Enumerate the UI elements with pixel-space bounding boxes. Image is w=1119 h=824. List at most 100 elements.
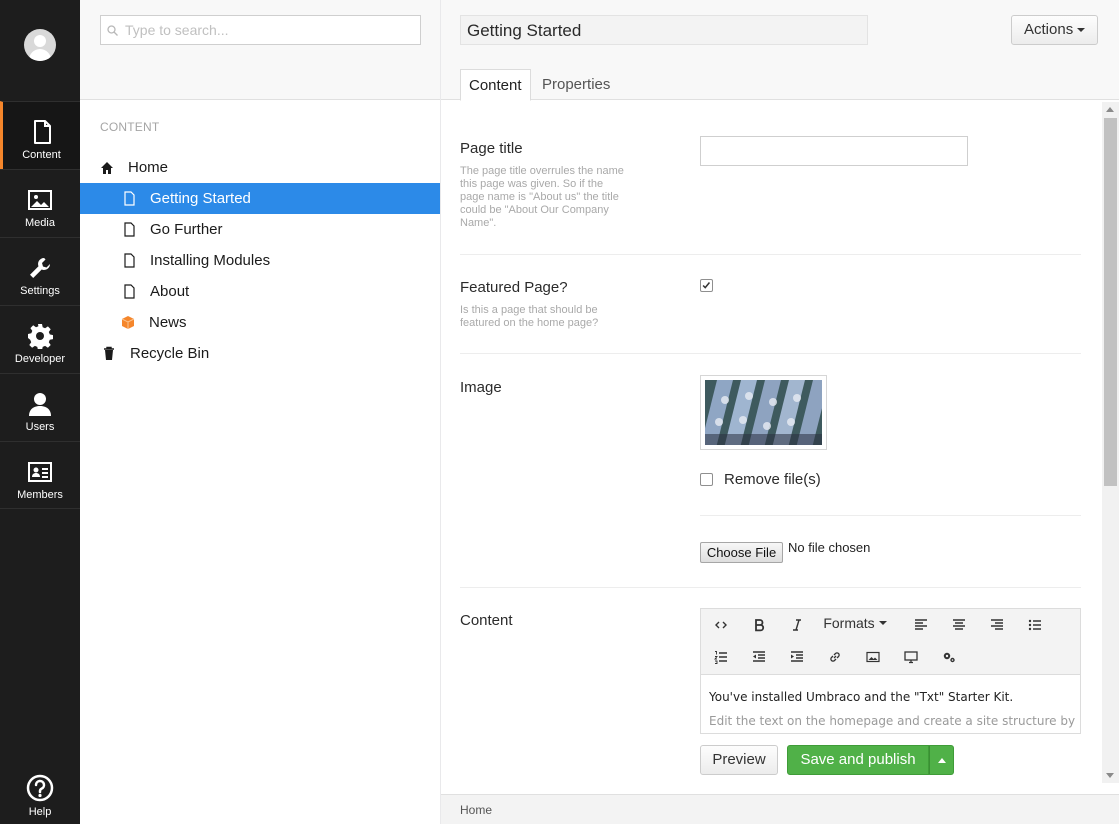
tree-node-label: About [150, 283, 190, 300]
document-icon [124, 191, 135, 206]
caret-down-icon [878, 621, 887, 625]
rte-paragraph: Edit the text on the homepage and create… [709, 714, 1076, 728]
help-button[interactable]: Help [0, 770, 80, 818]
home-icon [101, 162, 113, 174]
save-and-publish-button[interactable]: Save and publish [787, 745, 929, 775]
avatar[interactable] [24, 29, 56, 61]
insert-image-button[interactable] [858, 643, 888, 671]
indent-button[interactable] [782, 643, 812, 671]
page-title-description: The page title overrules the name this p… [460, 165, 624, 229]
publish-options-button[interactable] [929, 745, 954, 775]
align-left-button[interactable] [906, 611, 936, 639]
align-center-icon [953, 619, 965, 630]
remove-file-checkbox[interactable] [700, 473, 713, 486]
help-label: Help [28, 806, 52, 818]
tree-node-news[interactable]: News [80, 307, 440, 338]
italic-button[interactable] [782, 611, 812, 639]
italic-icon [793, 619, 801, 631]
property-divider [460, 254, 1081, 255]
featured-label: Featured Page? [460, 279, 568, 296]
section-settings[interactable]: Settings [0, 237, 80, 305]
node-name-input[interactable]: Getting Started [460, 15, 868, 45]
section-members[interactable]: Members [0, 441, 80, 509]
macro-button[interactable] [934, 643, 964, 671]
scroll-down-arrow[interactable] [1106, 773, 1114, 778]
search-input[interactable] [125, 21, 415, 39]
tree-node-label: Recycle Bin [130, 345, 210, 362]
image-thumbnail[interactable] [700, 375, 827, 450]
caret-up-icon [938, 758, 946, 763]
embed-media-button[interactable] [896, 643, 926, 671]
numbered-list-icon [714, 651, 727, 664]
section-media[interactable]: Media [0, 169, 80, 237]
editor-footer: Preview Save and publish [441, 734, 1102, 794]
tree-node-about[interactable]: About [80, 276, 440, 307]
actions-label: Actions [1024, 21, 1074, 38]
tree-node-getting-started[interactable]: Getting Started [80, 183, 440, 214]
outdent-icon [753, 651, 765, 662]
rte-content[interactable]: You've installed Umbraco and the "Txt" S… [709, 685, 1076, 733]
source-code-button[interactable] [706, 611, 736, 639]
actions-button[interactable]: Actions [1011, 15, 1098, 45]
gears-icon [943, 652, 955, 663]
property-divider [700, 515, 1081, 516]
trash-icon [104, 346, 114, 360]
search-box[interactable] [100, 15, 421, 45]
user-icon [29, 393, 51, 416]
breadcrumb-bar: Home [441, 794, 1119, 824]
scroll-up-arrow[interactable] [1106, 107, 1114, 112]
editor-scrollbar[interactable] [1102, 102, 1119, 783]
tree-node-recycle-bin[interactable]: Recycle Bin [80, 338, 440, 369]
bold-button[interactable] [744, 611, 774, 639]
tree-node-go-further[interactable]: Go Further [80, 214, 440, 245]
property-divider [460, 587, 1081, 588]
tab-content[interactable]: Content [460, 69, 531, 101]
editor-header: Getting Started Actions Content Properti… [441, 0, 1119, 101]
tree-node-label: Go Further [150, 221, 223, 238]
caret-down-icon [1077, 28, 1086, 33]
tree-node-home[interactable]: Home [80, 152, 440, 183]
property-divider [460, 353, 1081, 354]
section-label: Developer [14, 353, 66, 365]
rich-text-editor: Formats You've installed Umbraco and the… [700, 608, 1081, 734]
preview-button[interactable]: Preview [700, 745, 778, 775]
scrollbar-thumb[interactable] [1104, 118, 1117, 486]
content-tree-panel: CONTENT Home Getting Started Go Further … [80, 0, 441, 824]
page-title-label: Page title [460, 140, 523, 157]
tree-node-installing-modules[interactable]: Installing Modules [80, 245, 440, 276]
document-icon [124, 222, 135, 237]
tree-node-label: Getting Started [150, 190, 251, 207]
remove-file-label: Remove file(s) [724, 471, 821, 488]
align-center-button[interactable] [944, 611, 974, 639]
link-button[interactable] [820, 643, 850, 671]
formats-dropdown[interactable]: Formats [820, 609, 890, 637]
featured-checkbox[interactable] [700, 279, 713, 292]
checkmark-icon [702, 282, 711, 289]
numbered-list-button[interactable] [706, 643, 736, 671]
section-users[interactable]: Users [0, 373, 80, 441]
image-icon [866, 651, 880, 663]
monitor-icon [904, 651, 918, 664]
tree-node-label: Home [128, 159, 169, 176]
section-content[interactable]: Content [0, 101, 80, 169]
tab-properties[interactable]: Properties [534, 69, 618, 101]
image-label: Image [460, 379, 502, 396]
id-card-icon [28, 462, 52, 482]
section-nav: Content Media Settings Developer Users M… [0, 0, 80, 824]
indent-icon [791, 651, 803, 662]
breadcrumb-item[interactable]: Home [460, 803, 492, 817]
help-icon [26, 774, 54, 802]
search-icon [107, 25, 118, 36]
outdent-button[interactable] [744, 643, 774, 671]
link-icon [830, 652, 840, 662]
page-title-input[interactable] [700, 136, 968, 166]
wrench-icon [30, 258, 50, 278]
align-right-button[interactable] [982, 611, 1012, 639]
bullet-list-icon [1028, 619, 1041, 631]
box-icon [121, 316, 135, 329]
formats-label: Formats [823, 615, 875, 631]
section-label: Settings [20, 285, 60, 297]
choose-file-button[interactable]: Choose File [700, 542, 783, 563]
section-developer[interactable]: Developer [0, 305, 80, 373]
bullet-list-button[interactable] [1020, 611, 1050, 639]
